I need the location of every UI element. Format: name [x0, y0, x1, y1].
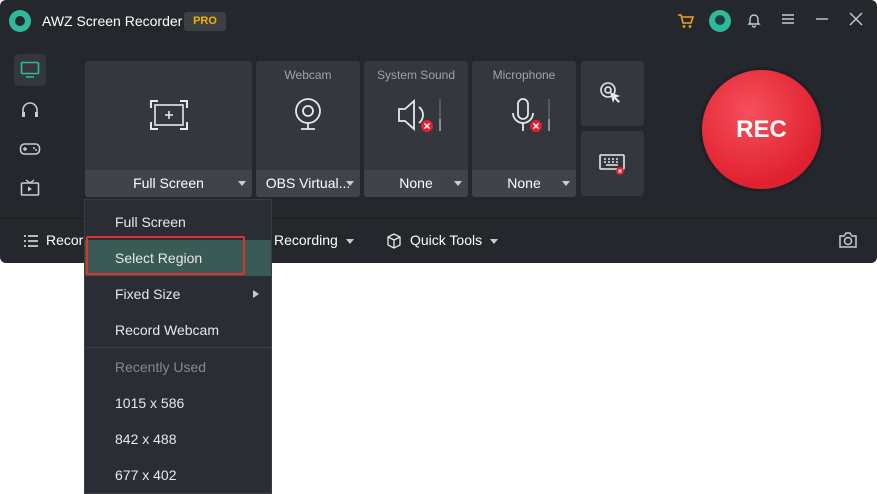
recording-menu-button[interactable]: Recording [274, 232, 354, 248]
quick-tools-label: Quick Tools [410, 232, 483, 248]
fixed-size-label: Fixed Size [115, 286, 181, 302]
bell-icon[interactable] [744, 12, 764, 32]
webcam-value: OBS Virtual... [265, 175, 351, 191]
capture-area-dropdown[interactable]: Full Screen [85, 170, 252, 197]
system-sound-panel[interactable]: System Sound None [364, 61, 468, 197]
sidebar-item-game[interactable] [14, 133, 46, 165]
webcam-dropdown[interactable]: OBS Virtual... [256, 170, 360, 197]
chevron-down-icon [562, 181, 570, 186]
user-avatar-icon[interactable] [709, 10, 731, 32]
list-icon [24, 235, 38, 248]
title-bar: AWZ Screen Recorder PRO [0, 0, 877, 44]
menu-item-recent-size[interactable]: 1015 x 586 [85, 385, 271, 421]
webcam-label: Webcam [284, 68, 332, 82]
minimize-icon[interactable] [812, 12, 832, 32]
screen-capture-icon [149, 99, 189, 136]
rec-button[interactable]: REC [702, 70, 821, 189]
chevron-right-icon [253, 290, 259, 298]
microphone-label: Microphone [492, 68, 556, 82]
headphones-icon [22, 102, 38, 117]
quick-tools-button[interactable]: Quick Tools [386, 232, 499, 250]
screenshot-button[interactable] [838, 231, 858, 252]
chevron-down-icon [490, 238, 499, 244]
cube-icon [387, 233, 401, 250]
keystroke-button[interactable] [581, 131, 644, 196]
menu-divider [85, 347, 271, 348]
menu-item-recent-size[interactable]: 842 x 488 [85, 421, 271, 457]
webcam-icon [293, 97, 323, 136]
menu-item-full-screen[interactable]: Full Screen [85, 204, 271, 240]
cart-icon[interactable] [676, 12, 696, 32]
menu-item-fixed-size[interactable]: Fixed Size [85, 276, 271, 312]
chevron-down-icon [345, 238, 354, 244]
microphone-dropdown[interactable]: None [472, 170, 576, 197]
chevron-down-icon [454, 181, 462, 186]
keyboard-icon [599, 153, 627, 182]
system-sound-dropdown[interactable]: None [364, 170, 468, 197]
recently-used-header: Recently Used [115, 359, 207, 375]
highlight-box [86, 236, 245, 275]
recording-menu-label: Recording [274, 232, 338, 248]
cursor-effects-button[interactable] [581, 61, 644, 126]
chevron-down-icon [346, 181, 354, 186]
pro-badge[interactable]: PRO [184, 12, 226, 31]
menu-icon[interactable] [778, 12, 798, 32]
app-title: AWZ Screen Recorder [42, 13, 183, 29]
capture-area-value: Full Screen [133, 175, 204, 191]
close-icon[interactable] [846, 12, 866, 32]
monitor-icon [20, 61, 40, 78]
capture-area-panel[interactable]: Full Screen [85, 61, 252, 197]
camera-icon [839, 232, 857, 248]
record-list-button[interactable]: Record [24, 232, 91, 248]
microphone-muted-icon [510, 97, 552, 140]
menu-item-record-webcam[interactable]: Record Webcam [85, 312, 271, 348]
microphone-panel[interactable]: Microphone None [472, 61, 576, 197]
sidebar-item-media[interactable] [14, 172, 46, 204]
webcam-panel[interactable]: Webcam OBS Virtual... [256, 61, 360, 197]
cursor-click-icon [599, 81, 625, 112]
tv-icon [20, 179, 40, 196]
menu-item-recent-size[interactable]: 677 x 402 [85, 457, 271, 493]
microphone-value: None [507, 175, 541, 191]
system-sound-label: System Sound [376, 68, 456, 82]
speaker-muted-icon [397, 97, 443, 140]
chevron-down-icon [238, 181, 246, 186]
gamepad-icon [19, 143, 41, 155]
sidebar-item-screen[interactable] [14, 54, 46, 86]
system-sound-value: None [399, 175, 433, 191]
sidebar-item-audio[interactable] [14, 94, 46, 126]
app-logo-icon [9, 10, 31, 32]
